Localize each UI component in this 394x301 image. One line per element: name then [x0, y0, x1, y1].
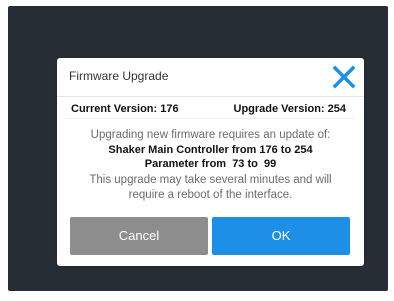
firmware-upgrade-dialog: Firmware Upgrade Current Version: 176 Up… [57, 58, 364, 266]
ok-button[interactable]: OK [212, 217, 350, 255]
current-version-label: Current Version: 176 [71, 103, 179, 115]
close-icon [332, 65, 356, 89]
upgrade-version-label: Upgrade Version: 254 [233, 103, 347, 115]
device-screen: Firmware Upgrade Current Version: 176 Up… [8, 6, 388, 291]
upgrade-message-intro: Upgrading new firmware requires an updat… [90, 129, 331, 141]
version-bar: Current Version: 176 Upgrade Version: 25… [67, 100, 354, 119]
cancel-button[interactable]: Cancel [70, 217, 208, 255]
dialog-title: Firmware Upgrade [69, 69, 169, 83]
upgrade-note-line-2: require a reboot of the interface. [128, 189, 293, 201]
update-item-controller: Shaker Main Controller from 176 to 254 [108, 144, 313, 156]
upgrade-note-line-1: This upgrade may take several minutes an… [89, 174, 332, 186]
update-item-parameter: Parameter from 73 to 99 [144, 158, 277, 170]
dialog-header: Firmware Upgrade [57, 58, 364, 97]
close-button[interactable] [330, 63, 358, 91]
